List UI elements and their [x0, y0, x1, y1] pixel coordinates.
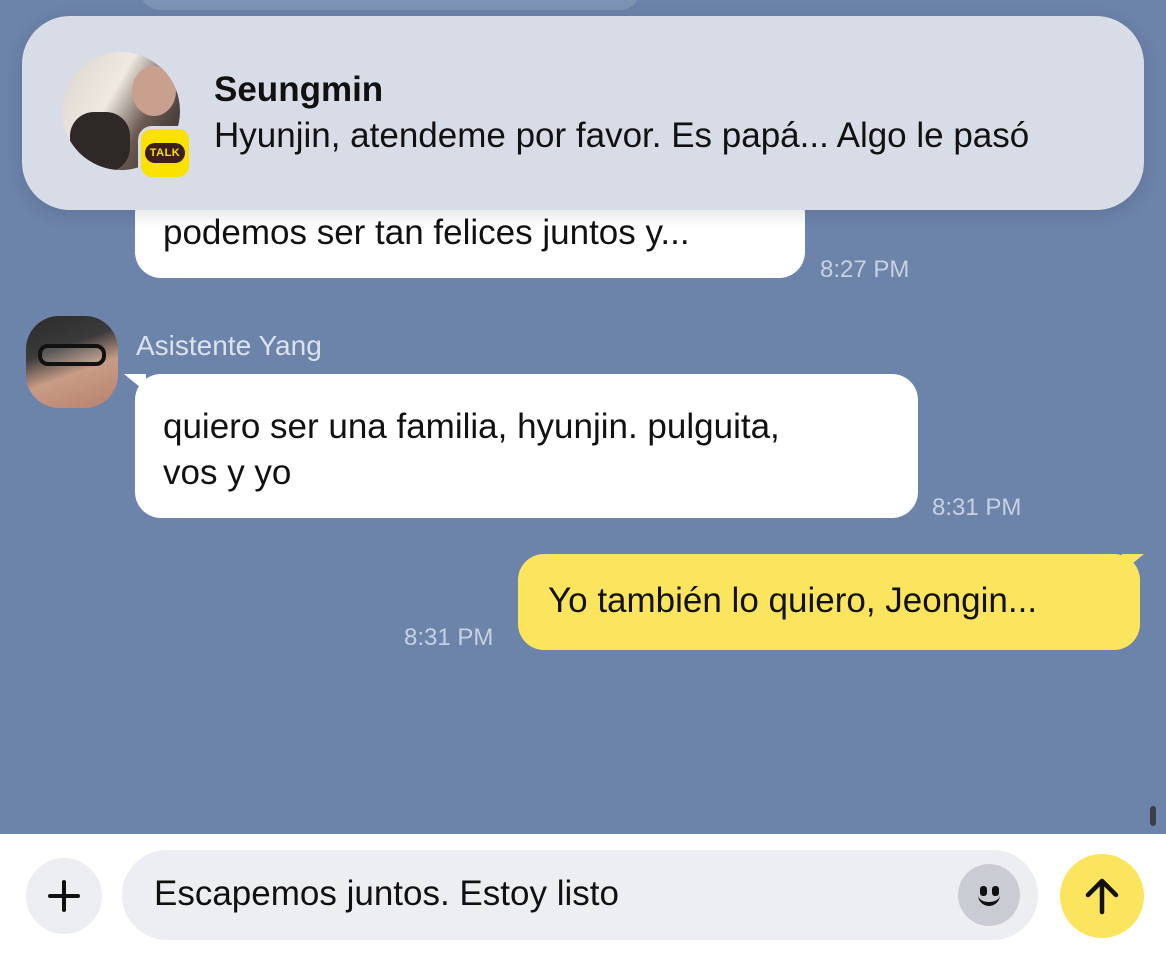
message-bubble-outgoing[interactable]: Yo también lo quiero, Jeongin... [518, 554, 1140, 650]
message-bubble-incoming[interactable]: quiero ser una familia, hyunjin. pulguit… [135, 374, 918, 518]
message-text: podemos ser tan felices juntos y... [163, 213, 690, 252]
plus-button[interactable] [26, 858, 102, 934]
message-text-line: vos y yo [163, 453, 292, 492]
kakaotalk-app-icon: TALK [138, 126, 192, 180]
message-input-value: Escapemos juntos. Estoy listo [154, 874, 619, 913]
avatar-glasses-detail [38, 344, 106, 366]
emoji-icon-mouth [978, 894, 1000, 906]
notification-banner[interactable]: Seungmin Hyunjin, atendeme por favor. Es… [22, 16, 1144, 210]
message-timestamp: 8:27 PM [820, 256, 910, 283]
avatar-photo-detail [70, 112, 130, 170]
arrow-up-icon [1085, 878, 1119, 915]
scrollbar[interactable] [1150, 806, 1156, 826]
send-button[interactable] [1060, 854, 1144, 938]
notification-sender: Seungmin [214, 70, 384, 109]
emoji-button[interactable] [958, 864, 1020, 926]
message-text-line: quiero ser una familia, hyunjin. pulguit… [163, 407, 780, 446]
message-timestamp: 8:31 PM [404, 624, 494, 651]
notification-message: Hyunjin, atendeme por favor. Es papá... … [214, 116, 1030, 155]
plus-icon [48, 880, 80, 912]
sender-name: Asistente Yang [136, 330, 322, 361]
previous-bubble-fragment [140, 0, 640, 10]
talk-badge-label: TALK [144, 143, 186, 163]
avatar-photo-detail [132, 66, 176, 116]
message-text: Yo también lo quiero, Jeongin... [548, 581, 1038, 620]
avatar[interactable] [26, 316, 118, 408]
message-timestamp: 8:31 PM [932, 494, 1022, 521]
